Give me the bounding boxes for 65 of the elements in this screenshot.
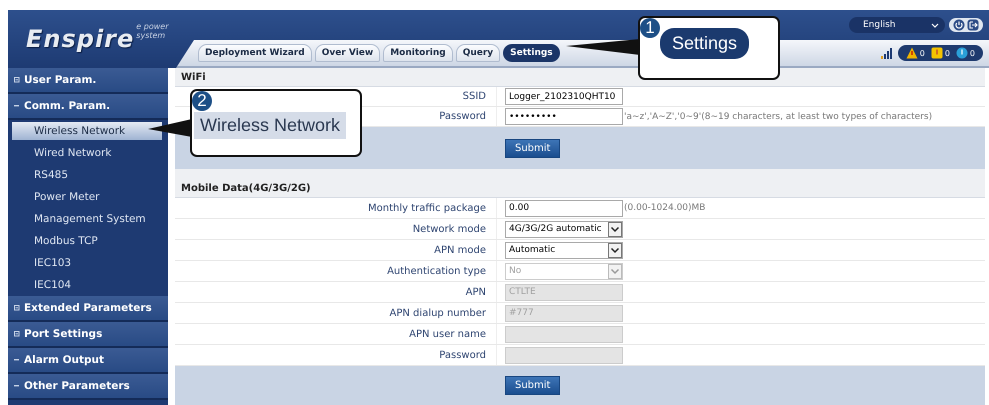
warning-icon	[906, 47, 918, 59]
expand-icon[interactable]	[14, 305, 20, 311]
submit-button[interactable]: Submit	[505, 376, 560, 395]
dropdown[interactable]: Automatic	[505, 242, 623, 258]
nav-tab[interactable]: Settings	[503, 44, 560, 62]
dropdown[interactable]: 4G/3G/2G automatic	[505, 220, 623, 238]
nav-tab[interactable]: Query	[456, 44, 500, 62]
field-label: APN	[466, 286, 486, 298]
logo-title: Enspire	[26, 25, 134, 53]
field-label: SSID	[462, 91, 486, 102]
sidebar-item[interactable]: Management System	[8, 208, 168, 230]
sidebar-group[interactable]: Comm. Param.	[8, 94, 168, 120]
section-title: Mobile Data(4G/3G/2G)	[181, 182, 311, 194]
nav-tab[interactable]: Deployment Wizard	[198, 44, 312, 62]
submit-button[interactable]: Submit	[505, 138, 560, 158]
caret-icon	[608, 222, 622, 236]
caret-icon	[608, 242, 622, 258]
sidebar-item[interactable]: IEC104	[8, 274, 168, 296]
field-label: Password	[439, 350, 486, 360]
field-label: Authentication type	[387, 266, 486, 276]
field-label: APN dialup number	[390, 308, 486, 318]
sidebar-group[interactable]: Other Parameters	[8, 374, 168, 400]
callout-label: Wireless Network	[194, 112, 346, 139]
power-icon[interactable]	[953, 19, 965, 31]
field-label: Network mode	[412, 224, 486, 234]
input-field[interactable]: 0.00	[505, 200, 623, 216]
caret-icon	[608, 264, 622, 278]
sidebar-item[interactable]: IEC103	[8, 252, 168, 274]
sidebar-item[interactable]: Wired Network	[8, 142, 168, 164]
password-field[interactable]: •••••••••	[505, 108, 623, 125]
alert-square-icon	[930, 47, 943, 59]
sidebar-item[interactable]: Modbus TCP	[8, 230, 168, 252]
nav-tab[interactable]: Over View	[314, 44, 380, 62]
logout-icon[interactable]	[967, 19, 979, 31]
sidebar-group[interactable]: User Param.	[8, 68, 168, 94]
callout-pointer	[148, 118, 192, 138]
info-circle-icon	[956, 47, 968, 59]
expand-icon[interactable]	[14, 331, 20, 337]
alarm-count: 0	[944, 48, 950, 58]
expand-icon[interactable]	[14, 77, 20, 83]
signal-icon	[880, 47, 892, 59]
sidebar-item[interactable]: Wireless Network	[12, 122, 162, 140]
sidebar-item[interactable]: RS485	[8, 164, 168, 186]
nav-tab[interactable]: Monitoring	[383, 44, 453, 62]
field-label: Password	[439, 111, 486, 122]
alarm-count: 0	[920, 48, 925, 58]
logo-tagline: e power system	[136, 22, 170, 40]
callout-label: Settings	[660, 28, 750, 59]
caret-icon	[931, 22, 939, 28]
collapse-icon[interactable]	[14, 357, 20, 363]
collapse-icon[interactable]	[14, 103, 20, 109]
field-hint: (0.00-1024.00)MB	[624, 203, 706, 213]
sidebar-group[interactable]: Extended Parameters	[8, 296, 168, 322]
field-label: APN mode	[434, 244, 486, 256]
field-label: Monthly traffic package	[368, 202, 486, 214]
sidebar-group[interactable]: Port Settings	[8, 322, 168, 348]
sidebar-group[interactable]: Alarm Output	[8, 348, 168, 374]
sidebar-item[interactable]: Power Meter	[8, 186, 168, 208]
input-field[interactable]: Logger_2102310QHT10	[505, 88, 623, 105]
field-hint: 'a~z','A~Z','0~9'(8~19 characters, at least two types of characters)	[624, 112, 932, 122]
collapse-icon[interactable]	[14, 383, 20, 389]
alarm-count: 0	[970, 48, 975, 58]
section-title: WiFi	[181, 72, 206, 82]
language-select[interactable]: English	[849, 17, 945, 33]
field-label: APN user name	[409, 328, 486, 340]
